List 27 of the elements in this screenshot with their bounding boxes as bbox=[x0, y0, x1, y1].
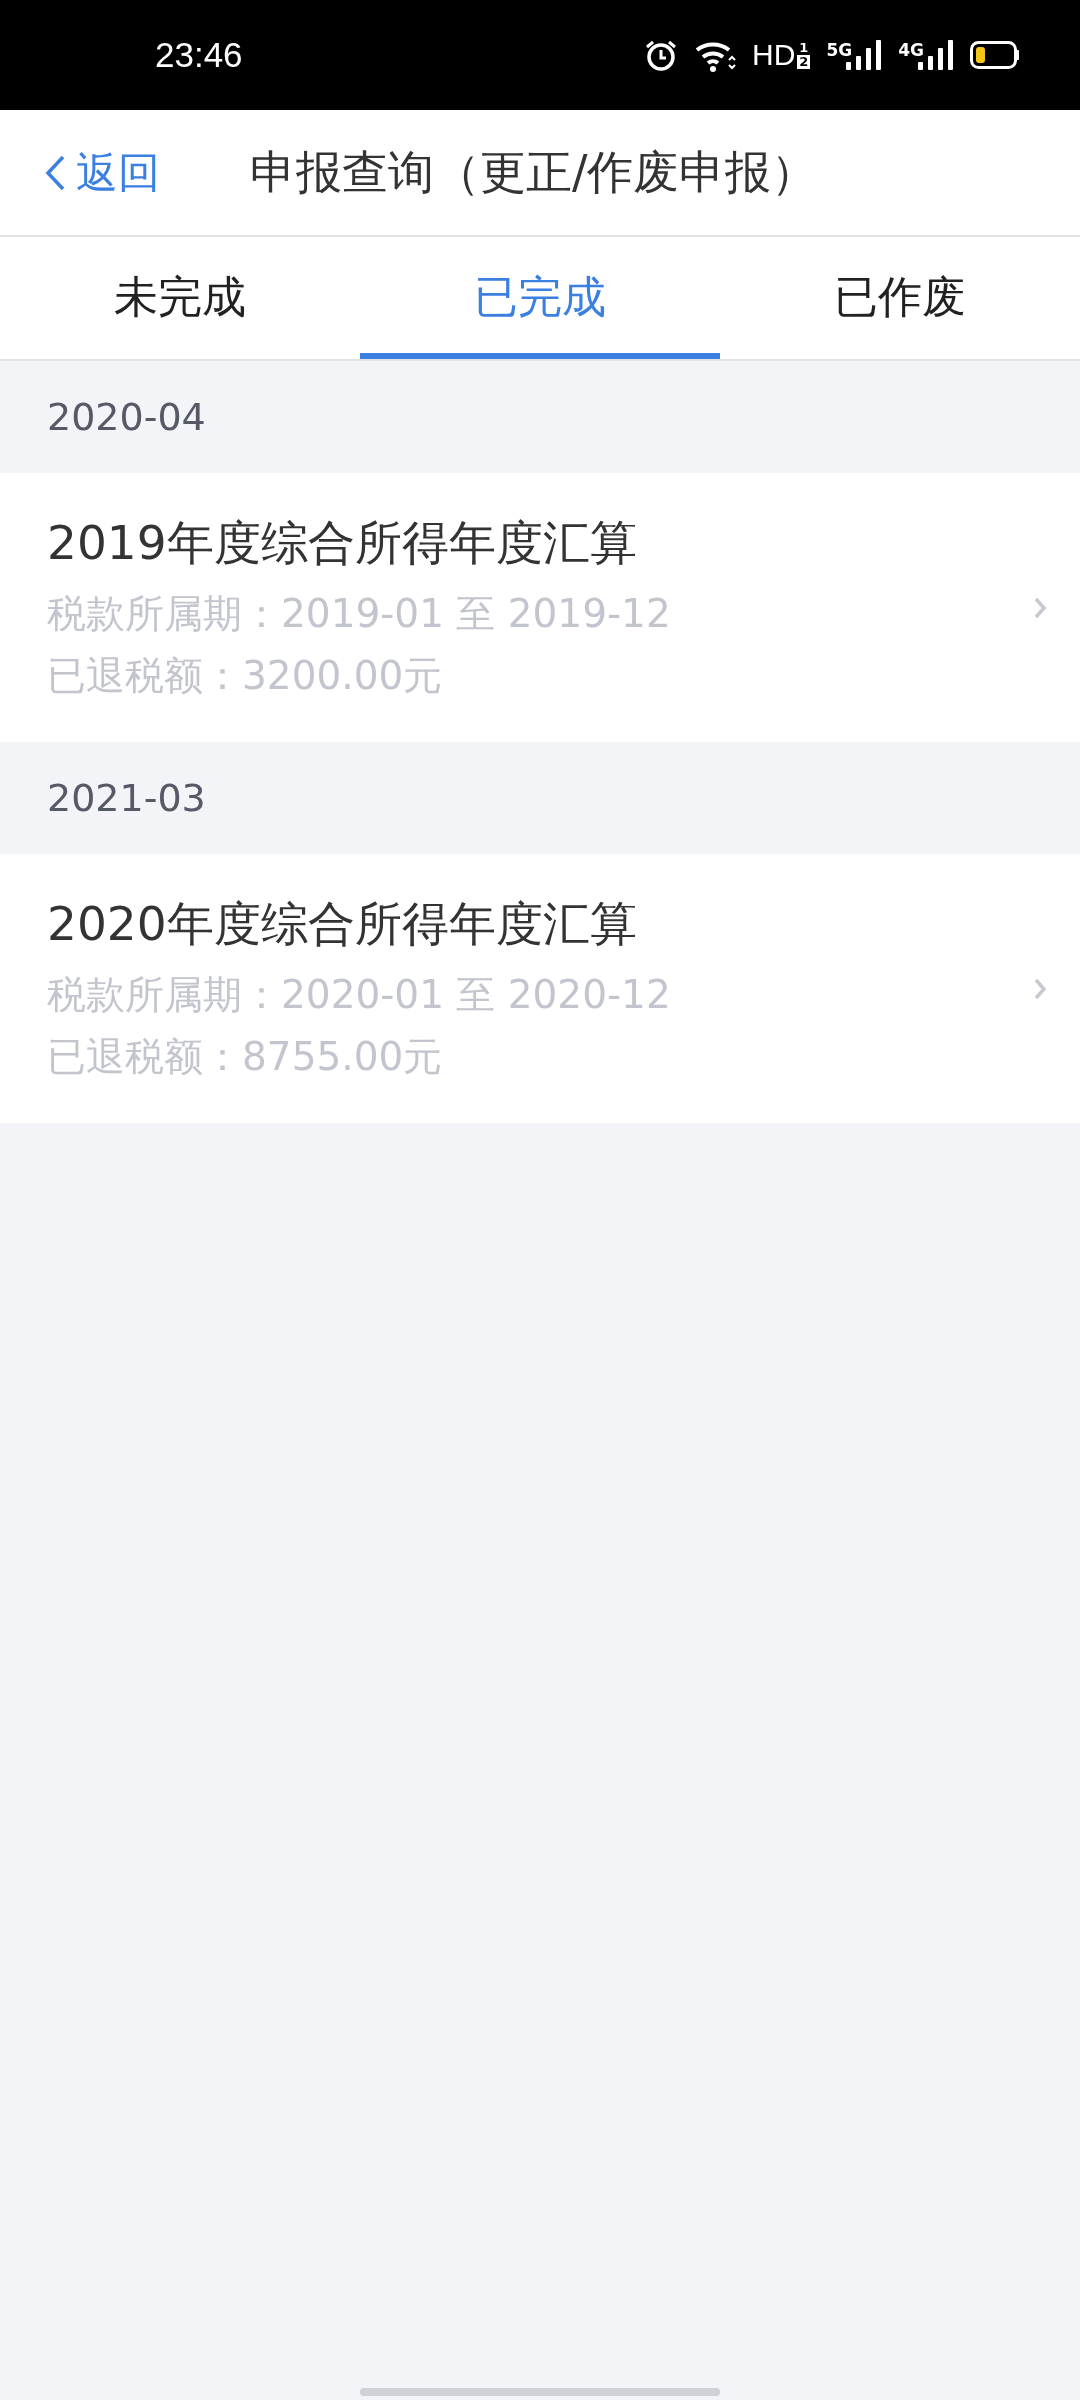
refund-amount: 已退税额：8755.00元 bbox=[47, 1033, 444, 1081]
chevron-right-icon bbox=[1033, 595, 1047, 620]
tab[interactable]: 已作废 bbox=[720, 237, 1080, 359]
tax-period: 税款所属期：2020-01 至 2020-12 bbox=[47, 971, 671, 1019]
section-date: 2021-03 bbox=[46, 775, 207, 822]
back-icon bbox=[44, 153, 66, 192]
refund-amount: 已退税额：3200.00元 bbox=[47, 652, 444, 700]
network-label: 5G bbox=[826, 40, 853, 60]
chevron-right-icon bbox=[1033, 976, 1047, 1001]
tab[interactable]: 未完成 bbox=[0, 237, 360, 359]
back-button[interactable]: 返回 bbox=[0, 144, 250, 201]
sim-number: 1 bbox=[798, 41, 810, 55]
section-date: 2020-04 bbox=[46, 394, 207, 441]
sim-number: 2 bbox=[797, 55, 811, 69]
network-label: 4G bbox=[898, 40, 924, 60]
tab[interactable]: 已完成 bbox=[360, 237, 720, 359]
home-indicator[interactable] bbox=[360, 2388, 720, 2396]
battery-icon bbox=[970, 41, 1020, 69]
clock-time: 23:46 bbox=[155, 35, 243, 75]
record-title: 2019年度综合所得年度汇算 bbox=[47, 514, 638, 572]
hd-label: HD bbox=[752, 38, 796, 72]
record-card[interactable]: 2020年度综合所得年度汇算 税款所属期：2020-01 至 2020-12 已退税额：8755.00元 bbox=[0, 854, 1080, 1123]
record-card[interactable]: 2019年度综合所得年度汇算 税款所属期：2019-01 至 2019-12 已退税额：3200.00元 bbox=[0, 473, 1080, 742]
alarm-icon bbox=[644, 38, 678, 72]
page-title: 申报查询（更正/作废申报） bbox=[250, 143, 818, 201]
record-title: 2020年度综合所得年度汇算 bbox=[47, 895, 638, 953]
tax-period: 税款所属期：2019-01 至 2019-12 bbox=[47, 590, 671, 638]
